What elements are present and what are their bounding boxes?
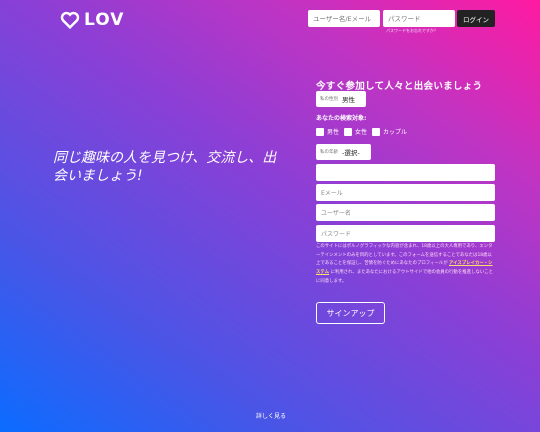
hero-tagline: 同じ趣味の人を見つけ、交流し、出会いましょう! — [53, 150, 277, 184]
age-select-label: 私の年齢 — [320, 150, 338, 155]
seeking-male-checkbox[interactable]: 男性 — [316, 127, 339, 136]
checkbox-box[interactable] — [344, 127, 352, 136]
forgot-password-link[interactable]: パスワードをお忘れですか？ — [386, 28, 438, 34]
blank-input[interactable] — [316, 164, 495, 181]
signup-button[interactable]: サインアップ — [316, 302, 385, 324]
logo-text: LOV — [84, 10, 125, 30]
username-input[interactable]: ユーザー名 — [316, 204, 495, 221]
age-select[interactable]: 私の年齢 -選択- — [316, 144, 371, 160]
logo[interactable]: LOV — [60, 10, 124, 30]
seeking-couple-checkbox[interactable]: カップル — [372, 127, 407, 136]
email-placeholder: Eメール — [321, 190, 343, 197]
seeking-female-checkbox[interactable]: 女性 — [344, 127, 367, 136]
heart-logo-icon — [60, 11, 80, 29]
login-button[interactable]: ログイン — [457, 10, 495, 27]
username-placeholder: ユーザー名 — [321, 210, 351, 217]
gender-select-value: 男性 — [342, 96, 355, 104]
password-input[interactable]: パスワード — [316, 225, 495, 242]
password-placeholder: パスワード — [321, 231, 352, 238]
login-username-input[interactable] — [308, 10, 380, 27]
signup-form-title: 今すぐ参加して人々と出会いましょう — [316, 81, 483, 92]
disclaimer-text: このサイトにはポルノグラフィックな内容が含まれ、18歳以上の大人専用であり、エン… — [316, 243, 494, 287]
checkbox-label: カップル — [383, 129, 408, 136]
disclaimer-tail: に利用され、またあなたにおけるアウトサイドで他の会員の行動を推進しないことに同意… — [316, 270, 493, 284]
gender-select[interactable]: 私の性別 男性 — [316, 91, 366, 107]
checkbox-box[interactable] — [316, 127, 324, 136]
seeking-label: あなたの検索対象: — [316, 115, 367, 122]
email-input[interactable]: Eメール — [316, 184, 495, 201]
age-select-value: -選択- — [342, 149, 360, 157]
learn-more-link[interactable]: 詳しく見る — [256, 411, 286, 420]
checkbox-label: 女性 — [355, 129, 368, 136]
checkbox-box[interactable] — [372, 127, 380, 136]
gender-select-label: 私の性別 — [320, 97, 338, 102]
login-password-input[interactable] — [383, 10, 455, 27]
checkbox-label: 男性 — [327, 129, 340, 136]
